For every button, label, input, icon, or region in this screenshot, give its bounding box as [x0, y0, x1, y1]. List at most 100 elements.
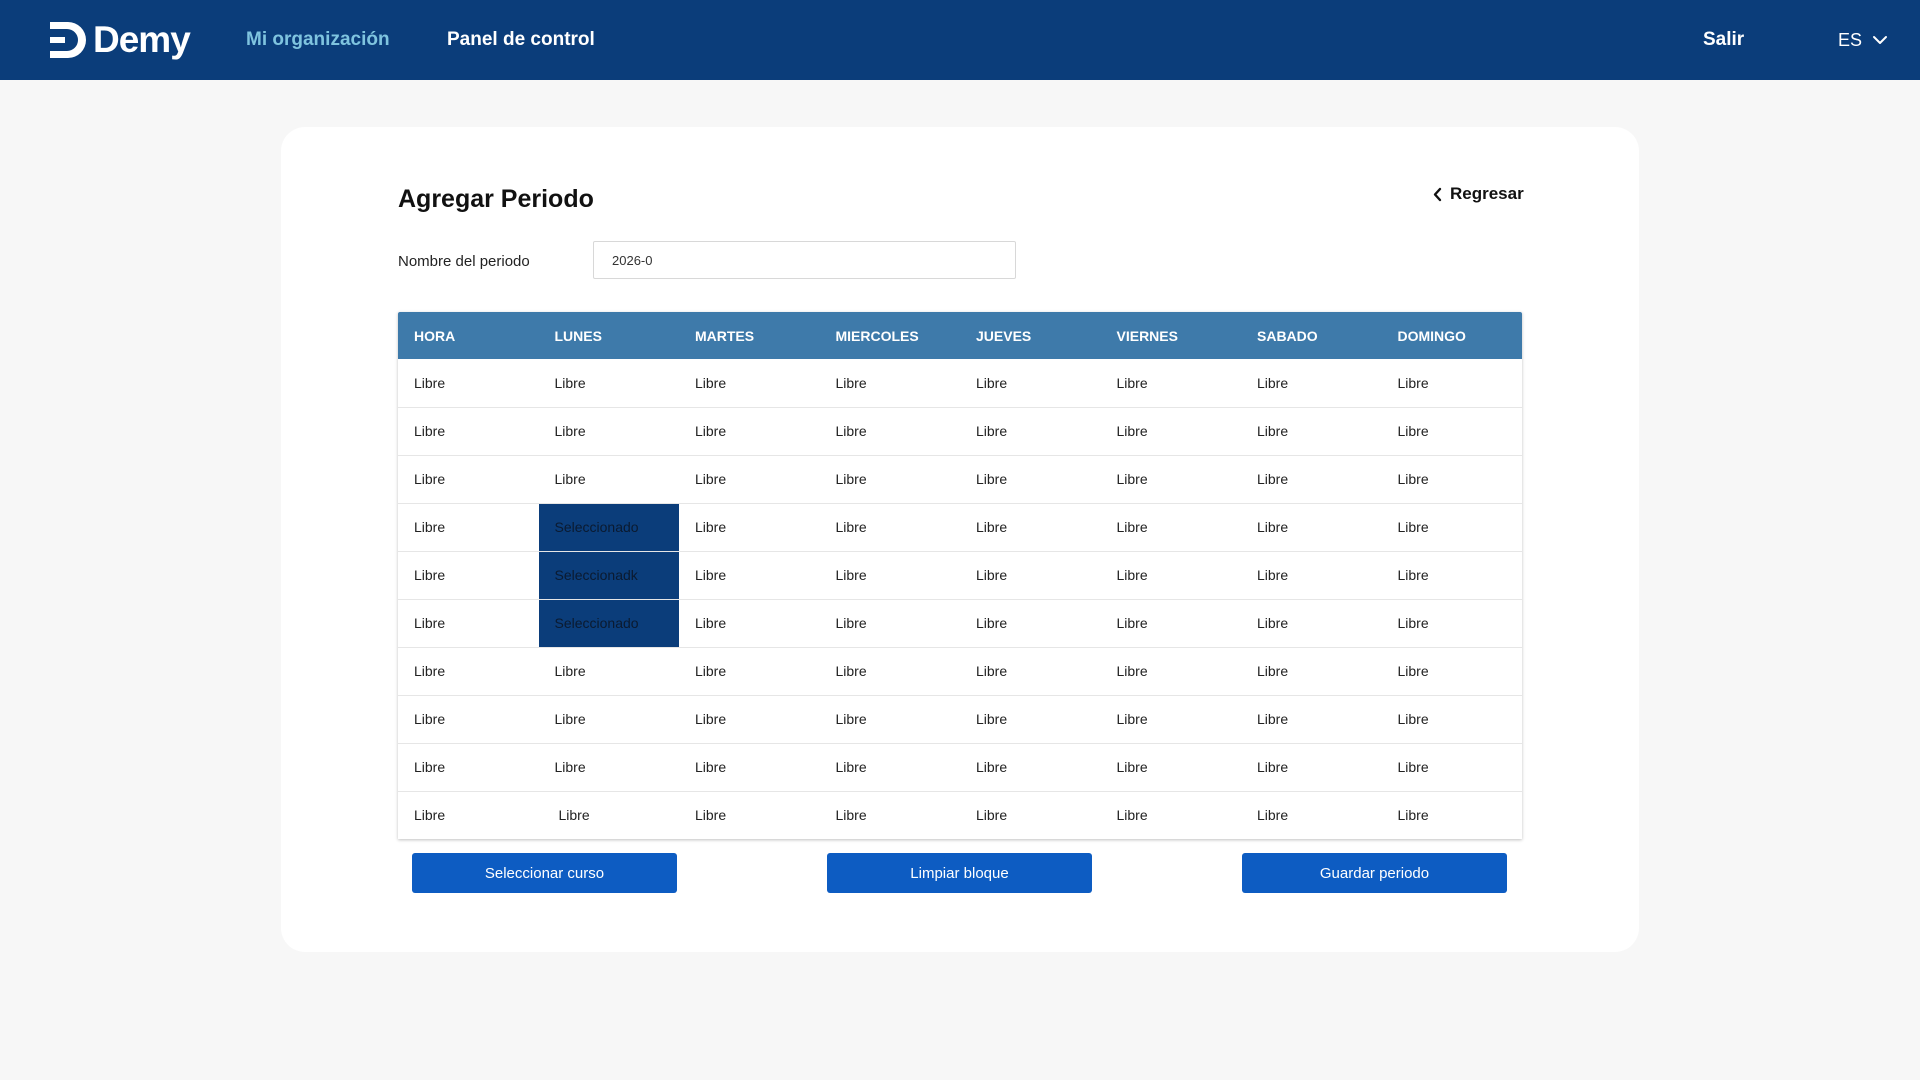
column-header-viernes: VIERNES: [1100, 312, 1241, 359]
schedule-cell[interactable]: Libre: [960, 791, 1101, 839]
schedule-cell[interactable]: Libre: [1241, 743, 1382, 792]
schedule-cell-selected[interactable]: Seleccionadk: [538, 551, 679, 600]
schedule-cell[interactable]: Libre: [398, 455, 539, 504]
schedule-cell[interactable]: Libre: [1381, 503, 1522, 552]
schedule-cell[interactable]: Libre: [398, 599, 539, 648]
schedule-cell[interactable]: Libre: [1100, 407, 1241, 456]
demy-logo[interactable]: Demy: [48, 18, 191, 62]
schedule-cell[interactable]: Libre: [1381, 455, 1522, 504]
schedule-cell[interactable]: Libre: [1100, 551, 1241, 600]
schedule-cell[interactable]: Libre: [819, 695, 960, 744]
schedule-cell[interactable]: Libre: [679, 743, 820, 792]
schedule-cell-selected[interactable]: Seleccionado: [538, 599, 679, 648]
schedule-cell[interactable]: Libre: [1100, 647, 1241, 696]
schedule-cell[interactable]: Libre: [819, 647, 960, 696]
schedule-cell[interactable]: Libre: [1100, 695, 1241, 744]
schedule-cell[interactable]: Libre: [960, 359, 1101, 408]
schedule-cell[interactable]: Libre: [1100, 359, 1241, 408]
language-selector[interactable]: ES: [1838, 0, 1888, 80]
schedule-cell[interactable]: Libre: [679, 407, 820, 456]
schedule-cell[interactable]: Libre: [1382, 791, 1523, 839]
schedule-cell[interactable]: Libre: [1241, 455, 1382, 504]
schedule-cell[interactable]: Libre: [960, 743, 1101, 792]
period-name-input[interactable]: [593, 241, 1016, 279]
schedule-cell[interactable]: Libre: [960, 695, 1101, 744]
schedule-cell[interactable]: Libre: [960, 551, 1101, 600]
schedule-cell[interactable]: Libre: [1100, 503, 1241, 552]
schedule-cell[interactable]: Libre: [1241, 791, 1382, 839]
table-row: Libre Libre Libre Libre Libre Libre Libre Libre: [398, 743, 1522, 792]
schedule-cell[interactable]: Libre: [960, 503, 1101, 552]
schedule-cell[interactable]: Libre: [1381, 743, 1522, 792]
schedule-cell[interactable]: Libre: [1100, 599, 1241, 648]
schedule-cell[interactable]: Libre: [1241, 599, 1382, 648]
schedule-cell[interactable]: Libre: [960, 647, 1101, 696]
schedule-cell[interactable]: Libre: [1381, 695, 1522, 744]
schedule-cell[interactable]: Libre: [679, 695, 820, 744]
schedule-cell[interactable]: Libre: [1241, 695, 1382, 744]
schedule-cell[interactable]: Libre: [960, 407, 1101, 456]
schedule-cell[interactable]: Libre: [819, 407, 960, 456]
schedule-cell[interactable]: Libre: [819, 551, 960, 600]
schedule-cell[interactable]: Libre: [538, 455, 679, 504]
select-course-button[interactable]: Seleccionar curso: [412, 853, 677, 893]
schedule-cell[interactable]: Libre: [679, 455, 820, 504]
schedule-cell[interactable]: Libre: [538, 647, 679, 696]
chevron-left-icon: [1433, 187, 1442, 201]
schedule-cell[interactable]: Libre: [1100, 743, 1241, 792]
schedule-cell[interactable]: Libre: [539, 791, 680, 839]
schedule-cell[interactable]: Libre: [398, 359, 539, 408]
schedule-cell[interactable]: Libre: [679, 791, 820, 839]
schedule-cell[interactable]: Libre: [1241, 407, 1382, 456]
schedule-cell[interactable]: Libre: [1241, 551, 1382, 600]
schedule-cell[interactable]: Libre: [538, 359, 679, 408]
schedule-cell[interactable]: Libre: [1241, 647, 1382, 696]
schedule-cell[interactable]: Libre: [398, 791, 539, 839]
schedule-cell[interactable]: Libre: [1381, 551, 1522, 600]
schedule-cell[interactable]: Libre: [679, 647, 820, 696]
schedule-cell[interactable]: Libre: [819, 503, 960, 552]
schedule-cell[interactable]: Libre: [819, 599, 960, 648]
table-row: Libre Seleccionado Libre Libre Libre Libre Lib…: [398, 503, 1522, 552]
period-name-label: Nombre del periodo: [398, 253, 530, 270]
demy-logo-icon: [50, 22, 86, 58]
schedule-cell[interactable]: Libre: [1241, 359, 1382, 408]
nav-control-panel[interactable]: Panel de control: [447, 0, 595, 80]
schedule-cell[interactable]: Libre: [820, 791, 961, 839]
schedule-cell[interactable]: Libre: [1100, 455, 1241, 504]
schedule-cell[interactable]: Libre: [679, 551, 820, 600]
schedule-cell[interactable]: Libre: [398, 695, 539, 744]
schedule-cell[interactable]: Libre: [819, 743, 960, 792]
schedule-cell[interactable]: Libre: [398, 551, 539, 600]
column-header-lunes: LUNES: [538, 312, 679, 359]
schedule-cell[interactable]: Libre: [538, 743, 679, 792]
schedule-cell[interactable]: Libre: [679, 359, 820, 408]
schedule-cell[interactable]: Libre: [819, 455, 960, 504]
schedule-cell[interactable]: Libre: [1381, 599, 1522, 648]
schedule-cell[interactable]: Libre: [1241, 503, 1382, 552]
schedule-cell[interactable]: Libre: [819, 359, 960, 408]
schedule-cell[interactable]: Libre: [398, 647, 539, 696]
schedule-cell[interactable]: Libre: [1381, 359, 1522, 408]
schedule-cell[interactable]: Libre: [538, 695, 679, 744]
table-row: Libre Libre Libre Libre Libre Libre Libre Libre: [398, 359, 1522, 408]
schedule-cell[interactable]: Libre: [1381, 647, 1522, 696]
schedule-cell[interactable]: Libre: [1101, 791, 1242, 839]
schedule-cell[interactable]: Libre: [679, 503, 820, 552]
table-row: Libre Libre Libre Libre Libre Libre Libre Libre: [398, 455, 1522, 504]
clear-block-button[interactable]: Limpiar bloque: [827, 853, 1092, 893]
schedule-cell-selected[interactable]: Seleccionado: [538, 503, 679, 552]
schedule-cell[interactable]: Libre: [960, 599, 1101, 648]
schedule-header-row: HORA LUNES MARTES MIERCOLES JUEVES VIERNES SAB…: [398, 312, 1522, 359]
schedule-cell[interactable]: Libre: [398, 503, 539, 552]
schedule-cell[interactable]: Libre: [1381, 407, 1522, 456]
back-link[interactable]: Regresar: [1433, 183, 1524, 205]
nav-my-organization[interactable]: Mi organización: [246, 0, 390, 80]
schedule-cell[interactable]: Libre: [679, 599, 820, 648]
save-period-button[interactable]: Guardar periodo: [1242, 853, 1507, 893]
schedule-cell[interactable]: Libre: [538, 407, 679, 456]
schedule-cell[interactable]: Libre: [398, 743, 539, 792]
logout-link[interactable]: Salir: [1703, 0, 1744, 80]
schedule-cell[interactable]: Libre: [398, 407, 539, 456]
schedule-cell[interactable]: Libre: [960, 455, 1101, 504]
